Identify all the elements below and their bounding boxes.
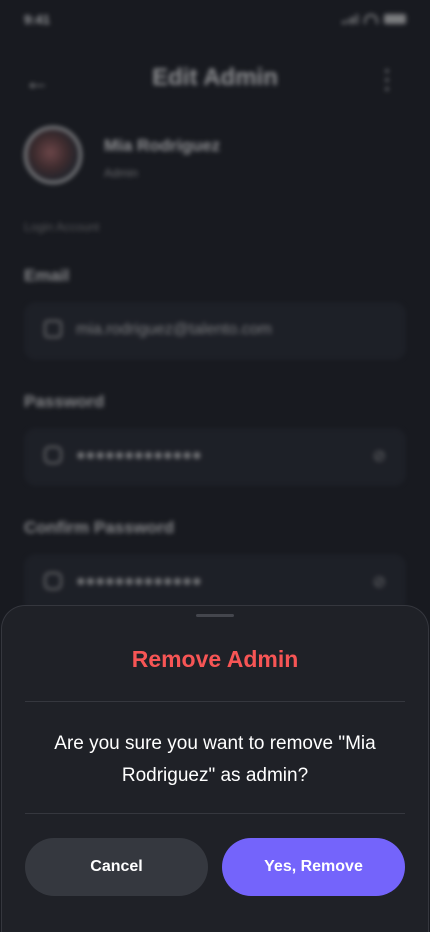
profile-role: Admin	[104, 166, 139, 180]
sheet-title: Remove Admin	[131, 646, 299, 672]
profile-name: Mia Rodriguez	[104, 136, 221, 155]
status-time: 9:41	[24, 12, 51, 27]
profile-summary: Mia Rodriguez Admin	[24, 126, 406, 190]
status-bar: 9:41	[24, 12, 406, 32]
email-label: Email	[24, 266, 70, 285]
signal-icon	[342, 14, 358, 24]
divider	[25, 813, 405, 814]
password-field[interactable]: ●●●●●●●●●●●●● ⊘	[24, 428, 406, 486]
confirm-password-value: ●●●●●●●●●●●●●	[76, 573, 202, 590]
sheet-handle[interactable]	[196, 614, 234, 617]
confirm-password-label: Confirm Password	[24, 518, 175, 537]
password-label: Password	[24, 392, 105, 411]
page-title: Edit Admin	[152, 64, 278, 91]
confirm-remove-button[interactable]: Yes, Remove	[222, 838, 405, 896]
more-vertical-icon[interactable]: ⋮	[374, 64, 400, 95]
eye-off-icon[interactable]: ⊘	[373, 572, 386, 592]
status-icons	[342, 14, 406, 24]
eye-off-icon[interactable]: ⊘	[373, 446, 386, 466]
confirm-message: Are you sure you want to remove "Mia Rod…	[54, 733, 376, 786]
wifi-icon	[364, 14, 378, 24]
top-bar: ← Edit Admin ⋮	[0, 60, 430, 100]
email-value: mia.rodriguez@talento.com	[76, 321, 272, 338]
confirm-password-field[interactable]: ●●●●●●●●●●●●● ⊘	[24, 554, 406, 612]
mail-icon	[44, 320, 62, 338]
lock-icon	[44, 572, 62, 590]
remove-admin-sheet: Remove Admin Are you sure you want to re…	[1, 605, 429, 932]
lock-icon	[44, 446, 62, 464]
divider	[25, 701, 405, 702]
email-field[interactable]: mia.rodriguez@talento.com	[24, 302, 406, 360]
cancel-button[interactable]: Cancel	[25, 838, 208, 896]
password-value: ●●●●●●●●●●●●●	[76, 447, 202, 464]
avatar[interactable]	[24, 126, 82, 184]
section-label: Login Account	[24, 220, 100, 234]
battery-icon	[384, 14, 406, 24]
